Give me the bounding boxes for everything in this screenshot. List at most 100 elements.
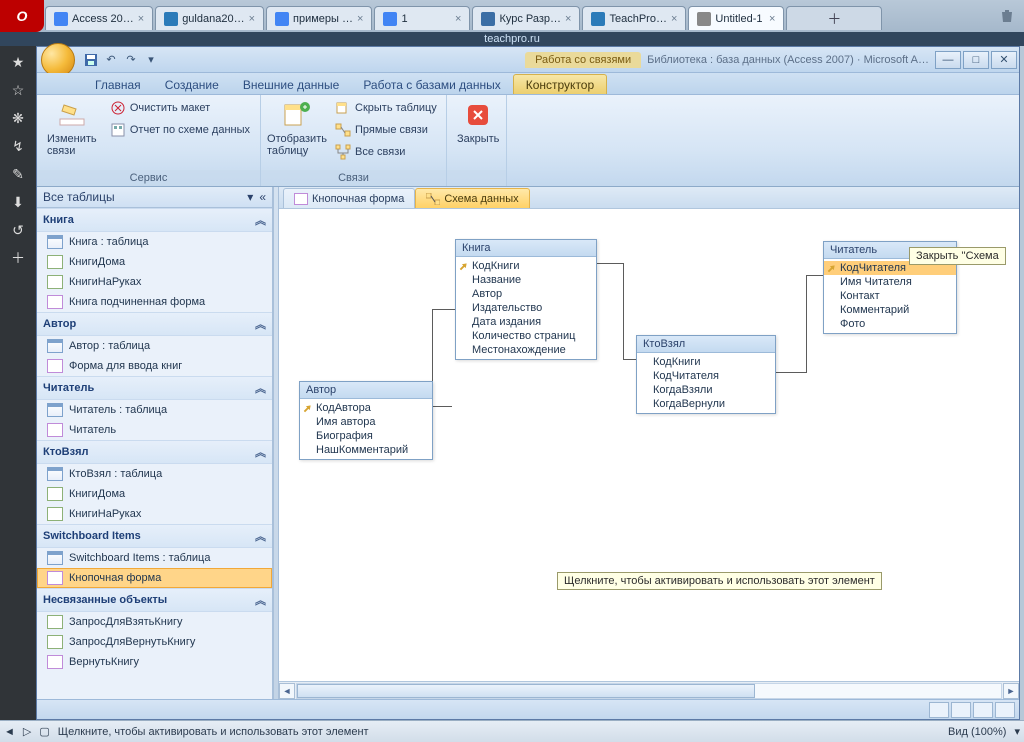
chevron-up-icon[interactable]: ︽ — [255, 316, 266, 332]
chevron-up-icon[interactable]: ︽ — [255, 380, 266, 396]
scroll-left-icon[interactable]: ◄ — [279, 683, 295, 699]
table-field[interactable]: Имя Читателя — [824, 275, 956, 289]
panel-history-icon[interactable]: ↺ — [8, 220, 28, 240]
nav-item[interactable]: КнигиДома — [37, 484, 272, 504]
tab-create[interactable]: Создание — [153, 75, 231, 94]
nav-item[interactable]: Switchboard Items : таблица — [37, 548, 272, 568]
nav-item[interactable]: Книга подчиненная форма — [37, 292, 272, 312]
clear-layout-button[interactable]: Очистить макет — [106, 97, 254, 119]
tab-close-icon[interactable]: × — [249, 13, 255, 25]
table-window-ktovzyal[interactable]: КтоВзял КодКнигиКодЧитателяКогдаВзялиКог… — [636, 335, 776, 414]
chevron-down-icon[interactable]: ▾ — [247, 190, 253, 204]
relationship-report-button[interactable]: Отчет по схеме данных — [106, 119, 254, 141]
nav-item[interactable]: Кнопочная форма — [37, 568, 272, 588]
browser-tab[interactable]: guldana20…× — [155, 6, 264, 30]
nav-item[interactable]: Форма для ввода книг — [37, 356, 272, 376]
browser-tab[interactable]: Untitled-1× — [688, 6, 784, 30]
table-field[interactable]: Фото — [824, 317, 956, 331]
opera-logo[interactable]: O — [0, 0, 44, 32]
tab-close-icon[interactable]: × — [565, 13, 571, 25]
browser-tab[interactable]: 1× — [374, 6, 470, 30]
table-field[interactable]: НашКомментарий — [300, 443, 432, 457]
table-window-avtor[interactable]: Автор КодАвтораИмя автораБиографияНашКом… — [299, 381, 433, 460]
table-field[interactable]: КодЧитателя — [637, 369, 775, 383]
table-field[interactable]: КодКниги — [637, 355, 775, 369]
table-field[interactable]: Контакт — [824, 289, 956, 303]
chevron-up-icon[interactable]: ︽ — [255, 212, 266, 228]
nav-item[interactable]: Книга : таблица — [37, 232, 272, 252]
tab-close-icon[interactable]: × — [357, 13, 363, 25]
table-field[interactable]: Биография — [300, 429, 432, 443]
browser-tab[interactable]: Курс Разр…× — [472, 6, 580, 30]
nav-group-header[interactable]: Switchboard Items︽ — [37, 524, 272, 548]
scroll-right-icon[interactable]: ► — [1003, 683, 1019, 699]
tab-database-tools[interactable]: Работа с базами данных — [351, 75, 512, 94]
table-field[interactable]: Название — [456, 273, 596, 287]
doc-tab-schema[interactable]: Схема данных — [415, 188, 529, 208]
closed-tabs-button[interactable] — [990, 0, 1024, 32]
view-datasheet-icon[interactable] — [929, 702, 949, 718]
nav-item[interactable]: ЗапросДляВернутьКнигу — [37, 632, 272, 652]
edit-relationships-button[interactable]: Изменить связи — [43, 97, 102, 159]
nav-group-header[interactable]: Читатель︽ — [37, 376, 272, 400]
chevron-up-icon[interactable]: ︽ — [255, 444, 266, 460]
minimize-button[interactable]: — — [935, 51, 961, 69]
qat-customize-icon[interactable]: ▾ — [141, 50, 161, 70]
hide-table-button[interactable]: Скрыть таблицу — [331, 97, 441, 119]
panel-downloads-icon[interactable]: ⬇ — [8, 192, 28, 212]
table-field[interactable]: КогдаВзяли — [637, 383, 775, 397]
relationships-canvas[interactable]: Автор КодАвтораИмя автораБиографияНашКом… — [279, 209, 1019, 681]
nav-item[interactable]: ЗапросДляВзятьКнигу — [37, 612, 272, 632]
office-button[interactable] — [41, 43, 75, 77]
table-field[interactable]: КодКниги — [456, 259, 596, 273]
status-back-icon[interactable]: ◄ — [4, 726, 15, 738]
table-title-kniga[interactable]: Книга — [456, 240, 596, 257]
chevron-up-icon[interactable]: ︽ — [255, 528, 266, 544]
status-stop-icon[interactable]: ▢ — [39, 725, 49, 738]
horizontal-scrollbar[interactable]: ◄ ► — [279, 681, 1019, 699]
scroll-thumb[interactable] — [297, 684, 755, 698]
nav-group-header[interactable]: Автор︽ — [37, 312, 272, 336]
nav-item[interactable]: ВернутьКнигу — [37, 652, 272, 672]
nav-group-header[interactable]: Несвязанные объекты︽ — [37, 588, 272, 612]
nav-pane-header[interactable]: Все таблицы ▾ — [37, 187, 272, 208]
undo-icon[interactable]: ↶ — [101, 50, 121, 70]
table-field[interactable]: Дата издания — [456, 315, 596, 329]
table-field[interactable]: Местонахождение — [456, 343, 596, 357]
tab-close-icon[interactable]: × — [138, 13, 144, 25]
show-table-button[interactable]: Отобразить таблицу — [267, 97, 327, 159]
table-field[interactable]: Автор — [456, 287, 596, 301]
browser-tab[interactable]: примеры …× — [266, 6, 372, 30]
zoom-label[interactable]: Вид (100%) — [948, 726, 1006, 738]
redo-icon[interactable]: ↷ — [121, 50, 141, 70]
doc-tab-form[interactable]: Кнопочная форма — [283, 188, 415, 208]
collapse-nav-icon[interactable] — [259, 190, 266, 204]
panel-add-icon[interactable]: ＋ — [8, 248, 28, 268]
tab-close-icon[interactable]: × — [455, 13, 461, 25]
tab-close-icon[interactable]: × — [769, 13, 775, 25]
table-field[interactable]: Количество страниц — [456, 329, 596, 343]
table-window-kniga[interactable]: Книга КодКнигиНазваниеАвторИздательствоД… — [455, 239, 597, 360]
table-field[interactable]: Имя автора — [300, 415, 432, 429]
table-title-avtor[interactable]: Автор — [300, 382, 432, 399]
scroll-track[interactable] — [296, 683, 1002, 699]
nav-group-header[interactable]: КтоВзял︽ — [37, 440, 272, 464]
table-field[interactable]: Издательство — [456, 301, 596, 315]
close-button[interactable]: Закрыть — [453, 97, 503, 147]
nav-group-header[interactable]: Книга︽ — [37, 208, 272, 232]
chevron-up-icon[interactable]: ︽ — [255, 592, 266, 608]
panel-sync-icon[interactable]: ↯ — [8, 136, 28, 156]
view-design-icon[interactable] — [951, 702, 971, 718]
maximize-button[interactable]: □ — [963, 51, 989, 69]
tab-designer[interactable]: Конструктор — [513, 74, 607, 94]
panel-notes-icon[interactable]: ✎ — [8, 164, 28, 184]
table-title-ktovzyal[interactable]: КтоВзял — [637, 336, 775, 353]
nav-item[interactable]: КтоВзял : таблица — [37, 464, 272, 484]
table-field[interactable]: КогдаВернули — [637, 397, 775, 411]
panel-widgets-icon[interactable]: ❋ — [8, 108, 28, 128]
direct-relations-button[interactable]: Прямые связи — [331, 119, 441, 141]
status-forward-icon[interactable]: ▷ — [23, 725, 31, 738]
nav-item[interactable]: Читатель — [37, 420, 272, 440]
nav-item[interactable]: Читатель : таблица — [37, 400, 272, 420]
save-icon[interactable] — [81, 50, 101, 70]
